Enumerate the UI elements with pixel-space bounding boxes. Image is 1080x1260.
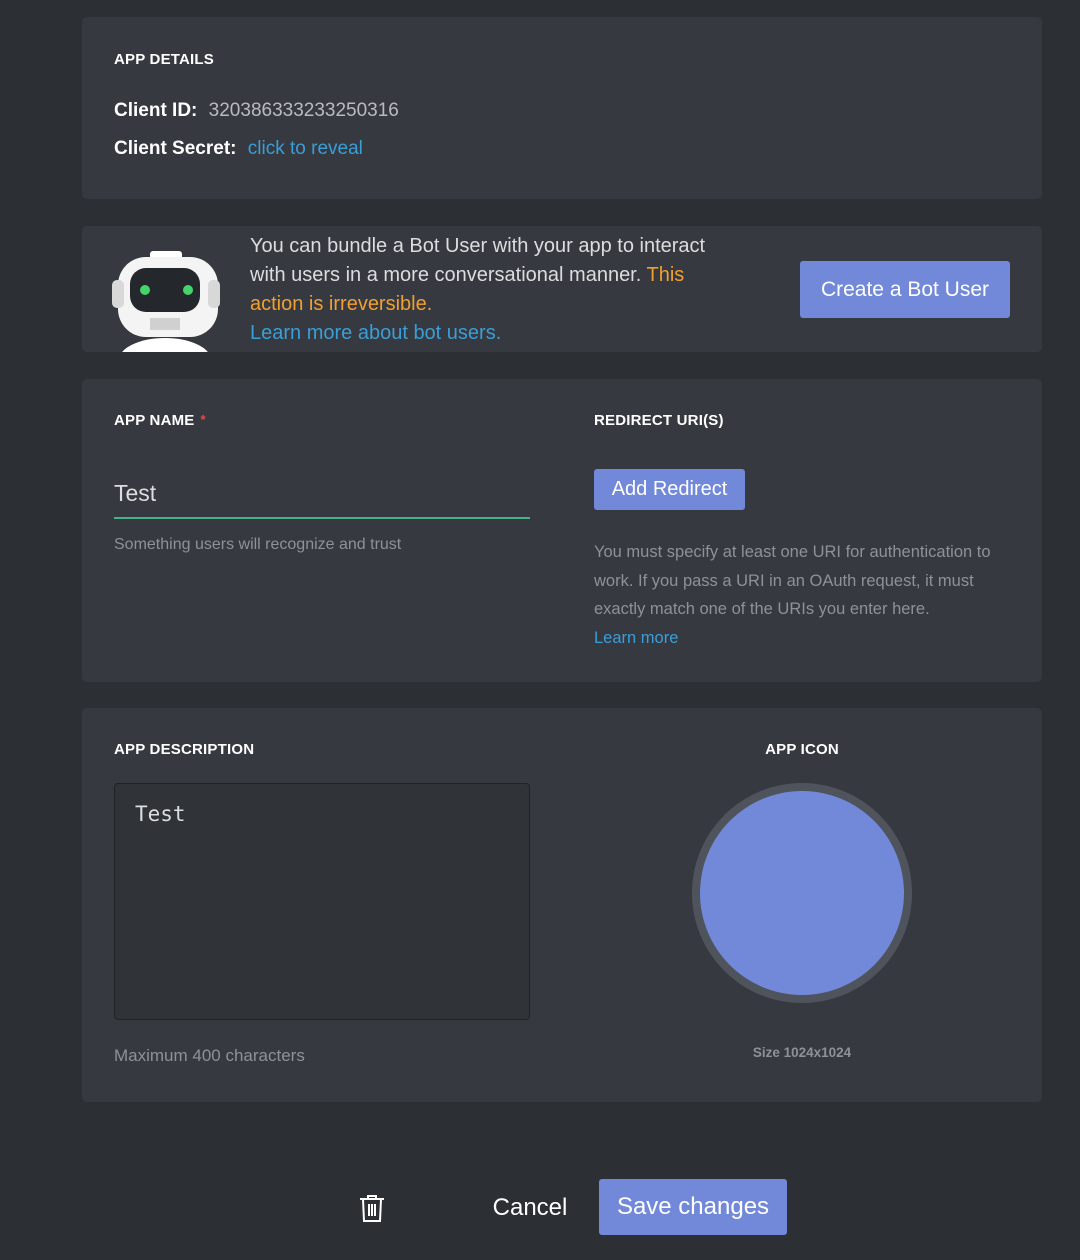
client-id-value[interactable]: 320386333233250316 [209,100,399,121]
description-hint: Maximum 400 characters [114,1046,305,1065]
redirect-help-text: You must specify at least one URI for au… [594,543,991,618]
learn-more-bot-link[interactable]: Learn more about bot users. [250,322,501,344]
client-secret-row: Client Secret: click to reveal [114,138,363,160]
reveal-secret-link[interactable]: click to reveal [248,138,363,159]
cancel-button[interactable]: Cancel [480,1180,580,1235]
redirect-learn-more-link[interactable]: Learn more [594,629,678,647]
app-icon-upload[interactable] [692,783,912,1003]
app-name-card: APP NAME * Test Something users will reco… [82,379,1042,682]
app-name-label-text: APP NAME [114,412,195,429]
robot-icon [112,251,220,352]
app-description-textarea[interactable]: Test [114,783,530,1020]
bot-user-card: You can bundle a Bot User with your app … [82,226,1042,352]
app-name-label: APP NAME * [114,412,206,429]
app-name-input[interactable]: Test [114,469,530,519]
bot-description: You can bundle a Bot User with your app … [250,232,730,348]
redirect-uris-label: REDIRECT URI(S) [594,412,724,429]
client-id-row: Client ID: 320386333233250316 [114,100,399,122]
create-bot-user-button[interactable]: Create a Bot User [800,261,1010,318]
app-details-heading: APP DETAILS [114,51,214,68]
icon-size-hint: Size 1024x1024 [752,1045,852,1060]
required-marker: * [200,412,206,427]
add-redirect-button[interactable]: Add Redirect [594,469,745,510]
app-icon-avatar [700,791,904,995]
save-changes-button[interactable]: Save changes [599,1179,787,1235]
client-secret-label: Client Secret: [114,138,237,159]
redirect-help: You must specify at least one URI for au… [594,538,1014,652]
app-description-card: APP DESCRIPTION Test Maximum 400 charact… [82,708,1042,1102]
client-id-label: Client ID: [114,100,198,121]
app-icon-label: APP ICON [765,741,839,758]
app-description-label: APP DESCRIPTION [114,741,255,758]
app-name-hint: Something users will recognize and trust [114,536,402,553]
trash-icon[interactable] [359,1194,385,1222]
bot-description-text: You can bundle a Bot User with your app … [250,235,706,286]
app-details-card: APP DETAILS Client ID: 32038633323325031… [82,17,1042,199]
